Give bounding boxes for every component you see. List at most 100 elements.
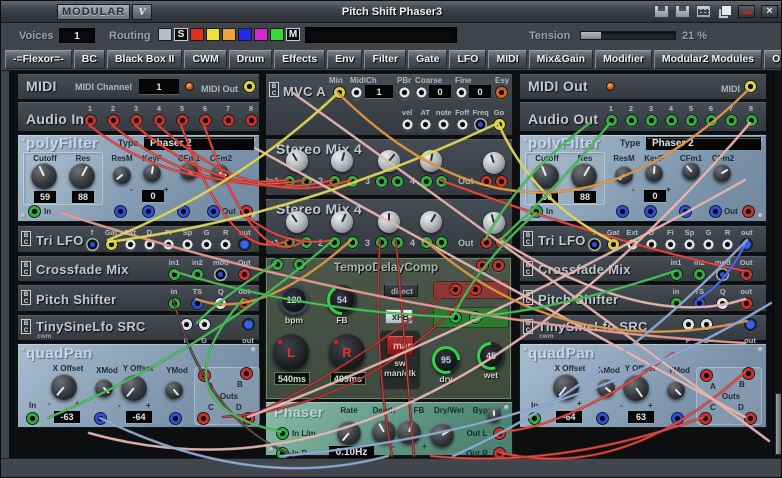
send-r-jack[interactable] — [469, 283, 482, 296]
direct-button[interactable]: direct — [384, 284, 418, 297]
audio-in-module[interactable]: Audio In 12345678 — [17, 101, 260, 132]
in4-r-jack[interactable] — [435, 236, 448, 249]
return-r-jack[interactable] — [469, 311, 482, 324]
polyfilter-left-module[interactable]: polyFilter Type Phaser 2 Cutoff Res 59 8… — [17, 134, 260, 222]
routing-color-swatch[interactable] — [254, 28, 268, 41]
mix-knob-3[interactable] — [378, 211, 400, 233]
phaser-in-l-jack[interactable] — [276, 427, 289, 440]
tinysinelfo-left-module[interactable]: BC TinySineLfo SRC cwm F Gout — [17, 314, 260, 345]
jack-7-port[interactable] — [724, 114, 738, 127]
toolbar-button-filter[interactable]: Filter — [364, 50, 407, 69]
drywet-knob[interactable] — [430, 423, 454, 447]
coarse-value[interactable]: 0 — [429, 85, 451, 98]
jack-out-port[interactable] — [740, 238, 754, 251]
phaser-module[interactable]: Phaser Rate Depth FB Dry/Wet Bypass - + … — [265, 401, 513, 460]
quadpan-in-jack[interactable] — [26, 412, 39, 425]
jack-Sp-port[interactable] — [181, 238, 194, 251]
return-l-jack[interactable] — [449, 311, 462, 324]
keyf-knob[interactable] — [645, 164, 663, 182]
jack-6-port[interactable] — [198, 114, 212, 127]
ymod-knob[interactable] — [165, 381, 183, 399]
jack-Q-port[interactable] — [214, 297, 228, 310]
resm-mod-jack[interactable] — [114, 205, 127, 218]
toolbar-button-env[interactable]: Env — [327, 50, 363, 69]
in3-l-jack[interactable] — [375, 175, 388, 188]
voices-field[interactable]: 1 — [59, 28, 95, 43]
tempo-delay-module[interactable]: TempoDelayComp 120 bpm 54 FB direct xFB … — [265, 257, 512, 400]
jack-2-port[interactable] — [624, 114, 638, 127]
in1-l-jack[interactable] — [283, 175, 296, 188]
jack-D-port[interactable] — [644, 238, 658, 251]
out-a-jack[interactable] — [700, 369, 713, 382]
jack-7-port[interactable] — [221, 114, 235, 127]
pitch-shifter-right-module[interactable]: BC Pitch Shifter in TS Qout — [519, 284, 767, 312]
filter-out-jack[interactable] — [240, 205, 253, 218]
resm-knob[interactable] — [113, 166, 131, 184]
mix-knob-1[interactable] — [286, 211, 308, 233]
out-d-jack[interactable] — [744, 412, 757, 425]
keyf-value[interactable]: 0 — [142, 190, 164, 202]
tri-lfo-right-module[interactable]: BC Tri LFO f Gat Ext D Fi Sp G Rout — [519, 225, 767, 253]
delay-r-time[interactable]: 499ms — [330, 372, 366, 385]
cfm1-knob[interactable] — [180, 162, 198, 180]
jack-mod-port[interactable] — [214, 268, 228, 281]
crossfade-right-module[interactable]: BC Crossfade Mix in1 in2 mod Out — [519, 255, 767, 282]
tension-slider[interactable] — [580, 31, 676, 40]
stereo-mix-1-module[interactable]: Stereo Mix 4 In1 2 3 4 Out — [265, 138, 513, 196]
xmod-knob[interactable] — [95, 379, 113, 397]
coarse-jack[interactable] — [415, 86, 428, 99]
in2-l-jack[interactable] — [328, 236, 341, 249]
jack-out-port[interactable] — [237, 297, 251, 310]
res-value[interactable]: 88 — [574, 191, 596, 203]
out-l-jack[interactable] — [480, 175, 493, 188]
jack-Ext-port[interactable] — [625, 238, 639, 251]
mix-knob-1[interactable] — [286, 150, 308, 172]
jack-Out-port[interactable] — [237, 268, 251, 281]
jack-8-port[interactable] — [744, 114, 758, 127]
mvc-a-module[interactable]: BC MVC A Min MidiCh 1 PBr Coarse 0 Fine … — [265, 73, 513, 136]
y-offset-value[interactable]: -64 — [126, 411, 152, 423]
jack-G-port[interactable] — [197, 318, 211, 331]
cutoff-knob[interactable] — [31, 163, 57, 189]
fine-jack[interactable] — [455, 86, 468, 99]
min-jack[interactable] — [333, 86, 346, 99]
keyf-mod-jack[interactable] — [644, 205, 657, 218]
out-r-jack[interactable] — [495, 236, 508, 249]
in1-r-jack[interactable] — [300, 236, 313, 249]
toolbar-button-cwm[interactable]: CWM — [184, 50, 227, 69]
out-b-jack[interactable] — [742, 367, 755, 380]
audio-out-module[interactable]: Audio Out 12345678 — [519, 101, 767, 132]
jack-Fi-port[interactable] — [161, 238, 175, 251]
res-knob[interactable] — [571, 163, 597, 189]
out-a-jack[interactable] — [198, 369, 211, 382]
ymod-jack[interactable] — [169, 412, 182, 425]
mix-knob-2[interactable] — [331, 211, 353, 233]
midich-value[interactable]: 1 — [365, 85, 393, 98]
midich-jack[interactable] — [350, 86, 363, 99]
phaser-out-l-jack[interactable] — [493, 427, 506, 440]
toolbar-button-modifier[interactable]: Modifier — [595, 50, 652, 69]
xmod-jack[interactable] — [596, 412, 609, 425]
toolbar-button-effects[interactable]: Effects — [274, 50, 326, 69]
toolbar-button--flexor-[interactable]: -=Flexor=- — [5, 50, 72, 69]
delay-l-time[interactable]: 540ms — [274, 372, 310, 385]
x-offset-value[interactable]: -63 — [54, 411, 80, 423]
jack-in1-port[interactable] — [669, 268, 683, 281]
xmod-jack[interactable] — [94, 412, 107, 425]
filter-out-jack[interactable] — [742, 205, 755, 218]
keyf-value[interactable]: 0 — [644, 190, 666, 202]
mix-knob-out[interactable] — [483, 152, 505, 174]
jack-f-port[interactable] — [587, 238, 601, 251]
filter-type-dropdown[interactable]: Phaser 2 — [646, 137, 761, 150]
delay-out-l-jack[interactable] — [476, 259, 489, 272]
in3-r-jack[interactable] — [391, 175, 404, 188]
jack-4-port[interactable] — [664, 114, 678, 127]
jack-in2-port[interactable] — [692, 268, 706, 281]
x-offset-knob[interactable] — [553, 374, 579, 400]
cfm1-knob[interactable] — [682, 162, 700, 180]
filter-in-jack[interactable] — [28, 205, 41, 218]
delay-in-l-jack[interactable] — [271, 258, 284, 271]
x-offset-knob[interactable] — [51, 374, 77, 400]
in1-l-jack[interactable] — [283, 236, 296, 249]
dry-knob[interactable]: 95 — [432, 346, 460, 374]
